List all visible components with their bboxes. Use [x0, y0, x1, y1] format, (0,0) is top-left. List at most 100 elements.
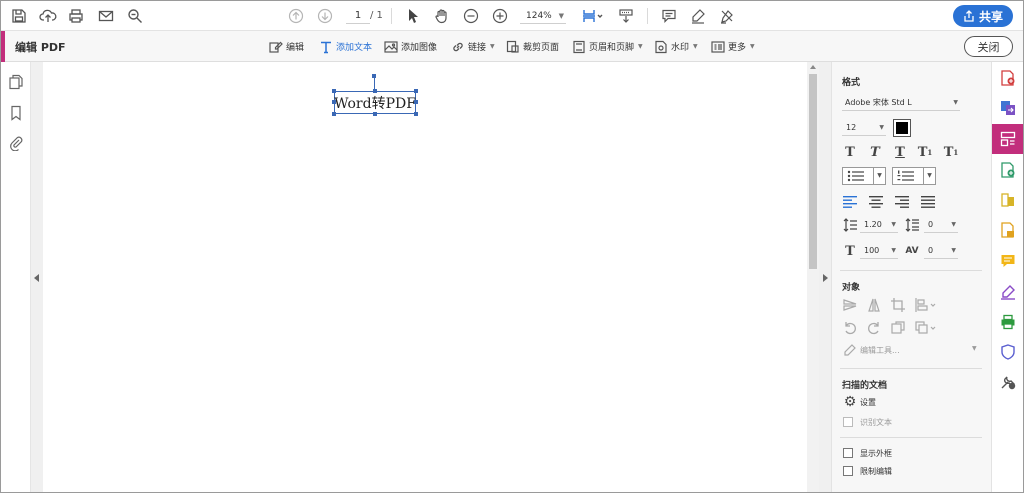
watermark-button[interactable]: 水印 ▼: [654, 38, 698, 55]
export-pdf-icon[interactable]: [1000, 70, 1016, 86]
prev-page-icon[interactable]: [286, 5, 306, 27]
chevron-down-icon: ▼: [490, 43, 495, 50]
horizontal-scale-select[interactable]: 100 ▼: [860, 243, 898, 259]
organize-pages-icon[interactable]: [1000, 192, 1016, 208]
page-number-input[interactable]: 1: [346, 8, 370, 24]
recognize-text-checkbox[interactable]: [843, 417, 853, 427]
edit-tools-label[interactable]: 编辑工具...: [860, 345, 900, 356]
zoom-in-icon[interactable]: [490, 5, 510, 27]
line-spacing-select[interactable]: 1.20 ▼: [860, 217, 898, 233]
header-footer-button[interactable]: 页眉和页脚 ▼: [572, 38, 643, 55]
page-thumbnails-icon[interactable]: [8, 74, 24, 90]
text-underline-icon[interactable]: T: [892, 144, 908, 160]
rotate-left-icon[interactable]: [842, 320, 858, 336]
bookmark-icon[interactable]: [8, 105, 24, 121]
comment-icon[interactable]: [659, 5, 679, 27]
resize-handle[interactable]: [414, 89, 418, 93]
tools-rail: [991, 62, 1023, 492]
page-layout-icon[interactable]: [578, 5, 606, 27]
char-spacing-icon: AV: [905, 246, 919, 256]
show-bounding-box-checkbox[interactable]: [843, 448, 853, 458]
fill-sign-icon[interactable]: [1000, 284, 1016, 300]
numbered-list-select[interactable]: ▼: [892, 167, 936, 185]
object-section-title: 对象: [842, 283, 861, 293]
resize-handle[interactable]: [414, 100, 418, 104]
select-arrow-icon[interactable]: [403, 5, 423, 27]
crop-page-button[interactable]: 裁剪页面: [506, 38, 559, 55]
subscript-icon[interactable]: T1: [943, 144, 959, 160]
text-box-content[interactable]: Word转PDF: [334, 93, 416, 113]
collapse-right-pane-handle[interactable]: [819, 62, 831, 492]
align-right-icon[interactable]: [894, 194, 910, 210]
close-button[interactable]: 关闭: [964, 36, 1013, 57]
link-button[interactable]: 链接 ▼: [451, 38, 495, 55]
create-pdf-icon[interactable]: [1000, 162, 1016, 178]
text-box[interactable]: Word转PDF: [334, 91, 416, 114]
bullet-list-select[interactable]: ▼: [842, 167, 886, 185]
more-button[interactable]: 更多 ▼: [711, 38, 755, 55]
protect-document-icon[interactable]: [1000, 222, 1016, 238]
sign-icon[interactable]: [717, 5, 737, 27]
superscript-icon[interactable]: T1: [917, 144, 933, 160]
zoom-out-icon[interactable]: [461, 5, 481, 27]
paragraph-spacing-value: 0: [928, 220, 934, 229]
resize-handle[interactable]: [332, 100, 336, 104]
next-page-icon[interactable]: [315, 5, 335, 27]
edit-icon: [269, 40, 283, 54]
save-icon[interactable]: [9, 5, 29, 27]
scroll-mode-icon[interactable]: [616, 5, 636, 27]
rotate-right-icon[interactable]: [866, 320, 882, 336]
print-icon[interactable]: [66, 5, 86, 27]
text-bold-icon[interactable]: T: [842, 144, 858, 160]
comment-tool-icon[interactable]: [1000, 253, 1016, 269]
more-tools-icon[interactable]: [1000, 374, 1016, 390]
font-family-select[interactable]: Adobe 宋体 Std L ▼: [842, 95, 960, 111]
gear-icon[interactable]: ⚙: [842, 394, 858, 410]
arrange-icon[interactable]: [914, 320, 938, 336]
resize-handle[interactable]: [373, 112, 377, 116]
scrollbar-thumb[interactable]: [809, 74, 817, 269]
convert-pdf-icon[interactable]: [1000, 100, 1016, 116]
text-color-picker[interactable]: [893, 119, 911, 137]
hand-tool-icon[interactable]: [432, 5, 452, 27]
paragraph-spacing-select[interactable]: 0 ▼: [924, 217, 958, 233]
align-left-icon[interactable]: [842, 194, 858, 210]
attachment-icon[interactable]: [8, 135, 24, 152]
restrict-editing-checkbox[interactable]: [843, 466, 853, 476]
flip-horizontal-icon[interactable]: [866, 297, 882, 313]
align-justify-icon[interactable]: [920, 194, 936, 210]
resize-handle[interactable]: [332, 89, 336, 93]
text-italic-icon[interactable]: T: [867, 144, 883, 160]
edit-button[interactable]: 编辑: [269, 38, 304, 55]
resize-handle[interactable]: [373, 89, 377, 93]
add-text-button[interactable]: 添加文本: [319, 38, 372, 55]
flip-vertical-icon[interactable]: [842, 297, 858, 313]
vertical-scrollbar[interactable]: [807, 62, 819, 492]
align-center-icon[interactable]: [868, 194, 884, 210]
search-icon[interactable]: [125, 5, 145, 27]
add-image-button[interactable]: 添加图像: [384, 38, 437, 55]
crop-icon[interactable]: [890, 297, 906, 313]
add-text-label: 添加文本: [336, 43, 373, 53]
replace-image-icon[interactable]: [890, 320, 906, 336]
settings-label[interactable]: 设置: [860, 397, 876, 408]
scroll-up-icon[interactable]: [810, 65, 816, 69]
horizontal-scale-value: 100: [864, 246, 880, 255]
highlight-pen-icon[interactable]: [688, 5, 708, 27]
share-button[interactable]: 共享: [953, 5, 1013, 27]
collapse-left-pane-handle[interactable]: [31, 62, 43, 492]
mail-icon[interactable]: [96, 5, 116, 27]
resize-handle[interactable]: [414, 112, 418, 116]
align-objects-icon[interactable]: [914, 297, 938, 313]
edit-pdf-tool-icon[interactable]: [1000, 131, 1016, 147]
font-size-select[interactable]: 12 ▼: [842, 120, 886, 136]
document-page[interactable]: [43, 62, 807, 492]
shield-icon[interactable]: [1000, 344, 1016, 360]
char-spacing-select[interactable]: 0 ▼: [924, 243, 958, 259]
resize-handle[interactable]: [332, 112, 336, 116]
format-section-title: 格式: [842, 78, 861, 88]
cloud-upload-icon[interactable]: [38, 5, 58, 27]
zoom-level-select[interactable]: 124% ▼: [520, 8, 566, 24]
rotation-handle[interactable]: [372, 74, 376, 78]
print-production-icon[interactable]: [1000, 314, 1016, 330]
